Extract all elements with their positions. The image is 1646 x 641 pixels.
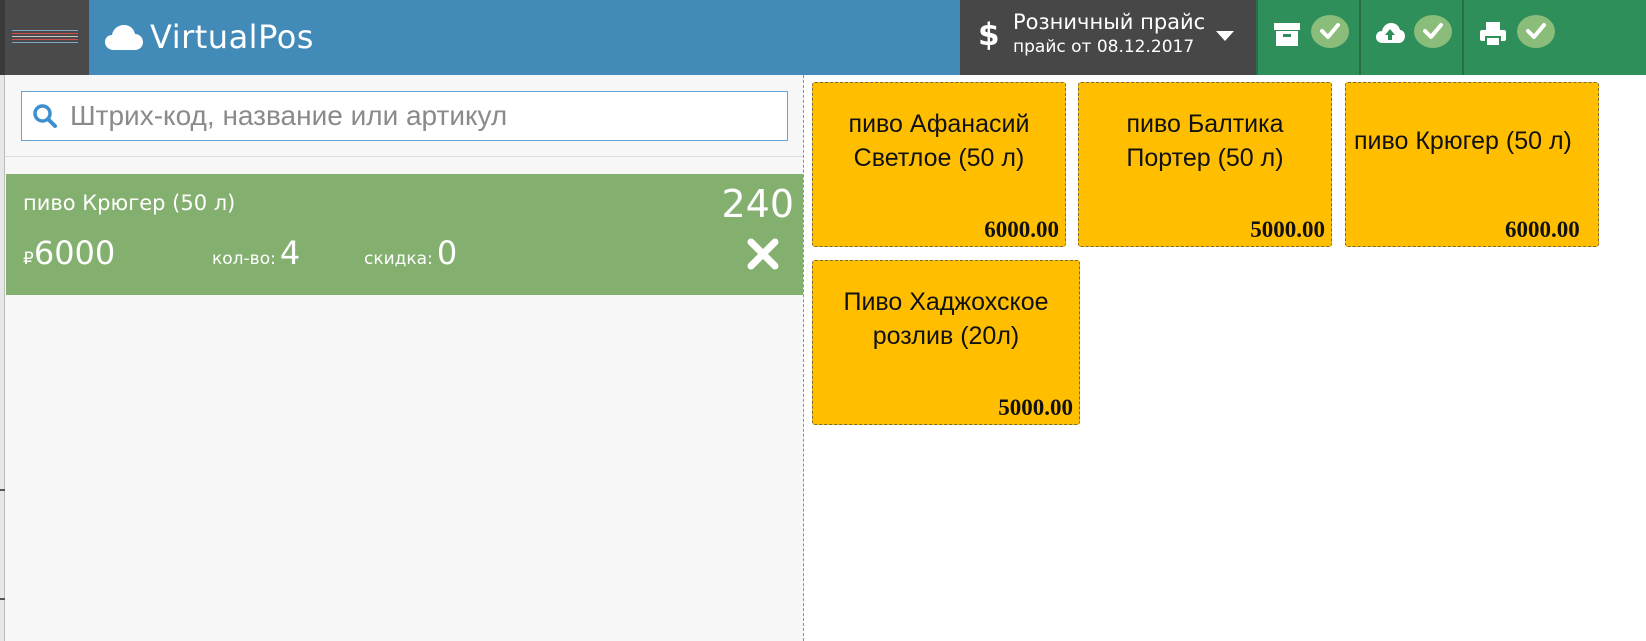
remove-item-icon[interactable] bbox=[743, 234, 783, 274]
menu-button[interactable] bbox=[5, 0, 89, 75]
product-name: Пиво Хаджохское розлив (20л) bbox=[843, 288, 1049, 350]
chevron-down-icon bbox=[1216, 31, 1234, 41]
cloud-icon bbox=[105, 25, 143, 50]
search-bar bbox=[5, 75, 803, 157]
check-icon bbox=[1320, 23, 1340, 39]
quantity-value: 4 bbox=[279, 234, 301, 272]
archive-button[interactable] bbox=[1256, 0, 1359, 75]
archive-icon bbox=[1274, 23, 1300, 46]
product-price: 6000.00 bbox=[1505, 217, 1580, 242]
search-icon bbox=[33, 104, 57, 128]
brand-logo: VirtualPos bbox=[104, 17, 314, 57]
product-name: пиво Балтика Портер (50 л) bbox=[1126, 110, 1284, 172]
search-input[interactable] bbox=[70, 98, 770, 134]
pos-window: VirtualPos $ Розничный прайс прайс от 08… bbox=[0, 0, 1646, 641]
status-ok-badge bbox=[1517, 15, 1555, 48]
sync-button[interactable] bbox=[1359, 0, 1462, 75]
cloud-upload-icon bbox=[1376, 23, 1405, 43]
price-list-subtitle: прайс от 08.12.2017 bbox=[1013, 37, 1195, 57]
cart-item-quantity[interactable]: кол-во: 4 bbox=[212, 234, 300, 272]
price-list-selector[interactable]: $ Розничный прайс прайс от 08.12.2017 bbox=[960, 0, 1256, 75]
print-button[interactable] bbox=[1462, 0, 1646, 75]
product-grid: пиво Афанасий Светлое (50 л) 6000.00 пив… bbox=[805, 75, 1646, 641]
product-price: 5000.00 bbox=[998, 395, 1073, 420]
cart-item-total: 240 bbox=[721, 182, 794, 226]
top-bar: VirtualPos $ Розничный прайс прайс от 08… bbox=[5, 0, 1646, 75]
cart-item-price[interactable]: ₽ 6000 bbox=[23, 234, 115, 272]
product-tile[interactable]: пиво Афанасий Светлое (50 л) 6000.00 bbox=[812, 82, 1066, 247]
check-icon bbox=[1526, 23, 1546, 39]
product-price: 6000.00 bbox=[984, 217, 1059, 242]
product-tile[interactable]: пиво Крюгер (50 л) 6000.00 bbox=[1345, 82, 1599, 247]
product-price: 5000.00 bbox=[1250, 217, 1325, 242]
status-ok-badge bbox=[1311, 15, 1349, 48]
dollar-icon: $ bbox=[978, 17, 1000, 53]
cart-item-discount[interactable]: скидка: 0 bbox=[364, 234, 457, 272]
product-tile[interactable]: пиво Балтика Портер (50 л) 5000.00 bbox=[1078, 82, 1332, 247]
printer-icon bbox=[1480, 22, 1506, 47]
cart-pane: пиво Крюгер (50 л) 240 ₽ 6000 кол-во: 4 … bbox=[5, 75, 804, 641]
cart-item[interactable]: пиво Крюгер (50 л) 240 ₽ 6000 кол-во: 4 … bbox=[6, 174, 803, 295]
ruble-icon: ₽ bbox=[23, 249, 34, 269]
status-ok-badge bbox=[1414, 15, 1452, 48]
product-name: пиво Крюгер (50 л) bbox=[1354, 127, 1572, 155]
quantity-label: кол-во: bbox=[212, 249, 276, 269]
price-list-title: Розничный прайс bbox=[1013, 10, 1206, 34]
product-name: пиво Афанасий Светлое (50 л) bbox=[848, 110, 1030, 172]
discount-label: скидка: bbox=[364, 249, 433, 269]
check-icon bbox=[1423, 23, 1443, 39]
app-title: VirtualPos bbox=[150, 18, 314, 56]
cart-item-price-value: 6000 bbox=[33, 234, 116, 272]
discount-value: 0 bbox=[436, 234, 458, 272]
product-tile[interactable]: Пиво Хаджохское розлив (20л) 5000.00 bbox=[812, 260, 1080, 425]
cart-item-name: пиво Крюгер (50 л) bbox=[23, 191, 236, 215]
search-box[interactable] bbox=[21, 91, 788, 141]
